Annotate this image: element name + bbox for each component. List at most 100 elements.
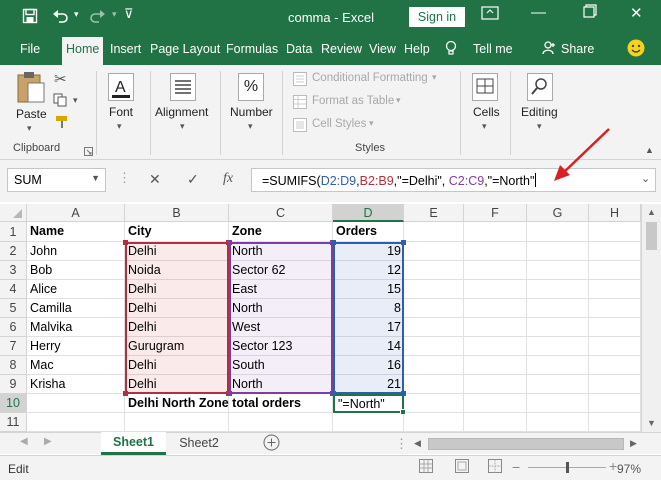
- number-button[interactable]: Number: [230, 105, 273, 119]
- dialog-launcher-icon[interactable]: [84, 145, 93, 159]
- scroll-first-sheet-icon[interactable]: ◀: [20, 436, 28, 447]
- minimize-icon[interactable]: —: [531, 4, 546, 21]
- grid-cell[interactable]: [404, 337, 464, 356]
- row-header-10[interactable]: 10: [0, 394, 27, 413]
- table-cell[interactable]: Camilla: [27, 299, 125, 318]
- grid-cell[interactable]: [464, 242, 527, 261]
- table-cell[interactable]: Krisha: [27, 375, 125, 394]
- name-box[interactable]: SUM ▼: [7, 168, 106, 192]
- grid-cell[interactable]: [464, 261, 527, 280]
- grid-cell[interactable]: [404, 375, 464, 394]
- grid-cell[interactable]: [404, 261, 464, 280]
- grid-cell[interactable]: [527, 375, 589, 394]
- tab-review[interactable]: Review: [321, 42, 362, 56]
- grid-cell[interactable]: [464, 299, 527, 318]
- grid-cell[interactable]: [404, 356, 464, 375]
- paste-dropdown-icon[interactable]: ▾: [27, 123, 32, 134]
- zoom-in-icon[interactable]: +: [609, 458, 617, 474]
- share-button[interactable]: Share: [561, 42, 594, 56]
- grid-cell[interactable]: [527, 413, 589, 432]
- table-cell[interactable]: 21: [333, 375, 404, 394]
- zoom-slider-thumb[interactable]: [565, 462, 569, 473]
- undo-dropdown-icon[interactable]: ▾: [74, 9, 79, 20]
- grid-cell[interactable]: [404, 222, 464, 242]
- table-header-cell[interactable]: Name: [27, 222, 125, 241]
- editing-icon[interactable]: [527, 73, 553, 104]
- table-cell[interactable]: Delhi: [125, 242, 229, 261]
- cells-icon[interactable]: [472, 73, 498, 104]
- grid-cell[interactable]: [464, 375, 527, 394]
- grid-cell[interactable]: [589, 280, 641, 299]
- row-header-8[interactable]: 8: [0, 356, 27, 375]
- grid-cell[interactable]: [527, 337, 589, 356]
- editing-dropdown-icon[interactable]: ▾: [537, 121, 542, 132]
- table-cell[interactable]: West: [229, 318, 333, 337]
- grid-cell[interactable]: [404, 318, 464, 337]
- column-header-f[interactable]: F: [464, 204, 527, 222]
- page-layout-view-icon[interactable]: [455, 459, 469, 476]
- tab-view[interactable]: View: [369, 42, 396, 56]
- cells-dropdown-icon[interactable]: ▾: [482, 121, 487, 132]
- horizontal-scrollbar-thumb[interactable]: [428, 438, 624, 450]
- row-header-5[interactable]: 5: [0, 299, 27, 318]
- save-icon[interactable]: [22, 8, 38, 28]
- alignment-dropdown-icon[interactable]: ▾: [180, 121, 185, 132]
- row-header-9[interactable]: 9: [0, 375, 27, 394]
- column-header-e[interactable]: E: [404, 204, 464, 222]
- maximize-icon[interactable]: [583, 4, 597, 22]
- range-handle[interactable]: [123, 240, 128, 245]
- row-header-11[interactable]: 11: [0, 413, 27, 432]
- sheet-tab-sheet1[interactable]: Sheet1: [101, 432, 166, 455]
- grid-cell[interactable]: [527, 394, 589, 413]
- grid-cell[interactable]: [527, 222, 589, 242]
- grid-cell[interactable]: [464, 318, 527, 337]
- active-cell[interactable]: "=North": [333, 394, 404, 413]
- column-header-g[interactable]: G: [527, 204, 589, 222]
- scroll-left-icon[interactable]: ◀: [414, 438, 421, 449]
- table-cell[interactable]: Noida: [125, 261, 229, 280]
- column-header-d[interactable]: D: [333, 204, 404, 222]
- cut-icon[interactable]: ✂: [54, 70, 67, 88]
- table-cell[interactable]: 15: [333, 280, 404, 299]
- table-cell[interactable]: Bob: [27, 261, 125, 280]
- tab-data[interactable]: Data: [286, 42, 312, 56]
- copy-icon[interactable]: [53, 93, 69, 110]
- font-dropdown-icon[interactable]: ▾: [117, 121, 122, 132]
- grid-cell[interactable]: [589, 222, 641, 242]
- grid-cell[interactable]: [125, 413, 229, 432]
- new-sheet-icon[interactable]: [263, 434, 280, 454]
- range-handle[interactable]: [331, 391, 336, 396]
- table-cell[interactable]: Alice: [27, 280, 125, 299]
- grid-cell[interactable]: [589, 261, 641, 280]
- table-cell[interactable]: North: [229, 242, 333, 261]
- table-cell[interactable]: Sector 123: [229, 337, 333, 356]
- vertical-scrollbar[interactable]: ▲ ▼: [641, 204, 661, 432]
- table-header-cell[interactable]: City: [125, 222, 229, 241]
- range-handle[interactable]: [227, 240, 232, 245]
- grid-cell[interactable]: [404, 299, 464, 318]
- grid-cell[interactable]: [464, 337, 527, 356]
- grid-cell[interactable]: [527, 318, 589, 337]
- grid-cell[interactable]: [589, 356, 641, 375]
- number-format-icon[interactable]: %: [238, 73, 264, 101]
- scroll-last-sheet-icon[interactable]: ▶: [44, 436, 52, 447]
- scroll-right-icon[interactable]: ▶: [630, 438, 637, 449]
- row-header-3[interactable]: 3: [0, 261, 27, 280]
- grid-cell[interactable]: [589, 375, 641, 394]
- grid-cell[interactable]: [527, 299, 589, 318]
- table-header-cell[interactable]: Orders: [333, 222, 404, 241]
- range-handle[interactable]: [401, 391, 406, 396]
- tab-home[interactable]: Home: [62, 37, 104, 65]
- paste-button[interactable]: Paste: [16, 107, 47, 121]
- row-header-6[interactable]: 6: [0, 318, 27, 337]
- table-cell[interactable]: 16: [333, 356, 404, 375]
- table-header-cell[interactable]: Zone: [229, 222, 333, 241]
- range-handle[interactable]: [227, 391, 232, 396]
- table-cell[interactable]: Malvika: [27, 318, 125, 337]
- cells-button[interactable]: Cells: [473, 105, 500, 119]
- column-header-a[interactable]: A: [27, 204, 125, 222]
- sheet-tab-sheet2[interactable]: Sheet2: [170, 436, 228, 450]
- grid-cell[interactable]: [404, 413, 464, 432]
- table-cell[interactable]: North: [229, 299, 333, 318]
- table-cell[interactable]: Gurugram: [125, 337, 229, 356]
